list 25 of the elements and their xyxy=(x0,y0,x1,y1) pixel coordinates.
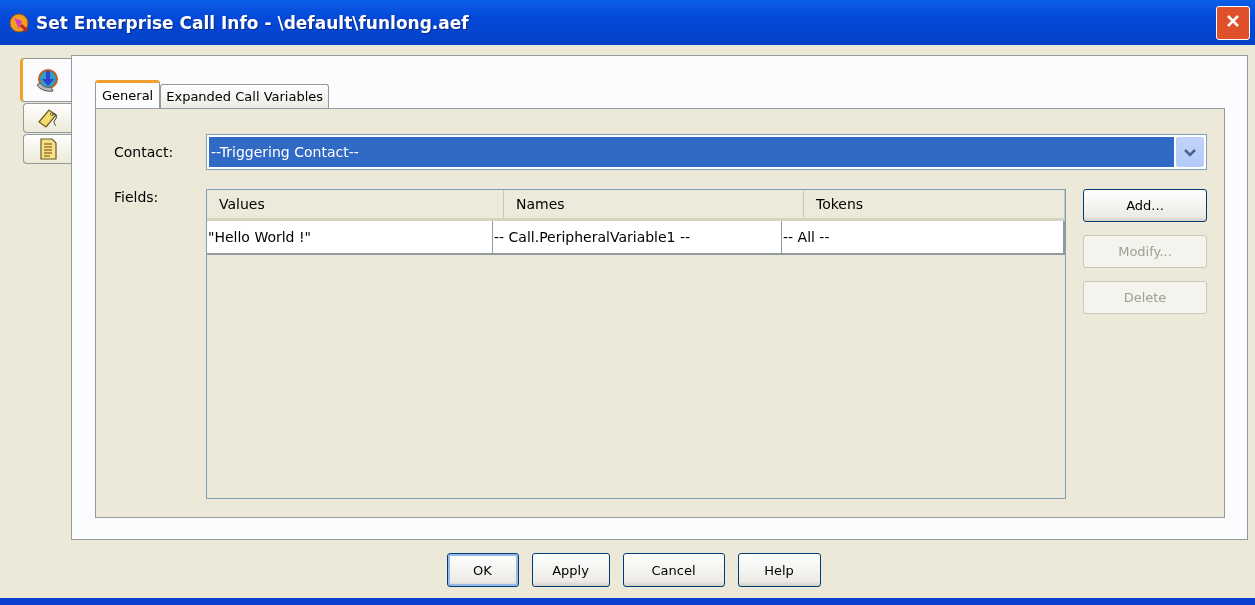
table-cell-text: -- All -- xyxy=(782,228,831,247)
close-button[interactable] xyxy=(1216,5,1250,40)
column-header[interactable]: Tokens xyxy=(804,190,1065,218)
table-cell: "Hello World !" xyxy=(207,221,493,253)
dialog-button[interactable]: Help xyxy=(737,553,821,587)
chevron-down-icon xyxy=(1183,146,1197,158)
side-tab[interactable] xyxy=(20,58,71,102)
dialog-button[interactable]: Apply xyxy=(531,553,610,587)
side-tab[interactable] xyxy=(23,134,71,164)
column-header[interactable]: Names xyxy=(504,190,804,218)
phone-globe-icon xyxy=(35,68,59,92)
column-header[interactable]: Values xyxy=(207,190,504,218)
window-title: Set Enterprise Call Info - \default\funlong.aef xyxy=(36,12,470,33)
side-tab[interactable] xyxy=(23,103,71,133)
dropdown-button[interactable] xyxy=(1176,137,1204,167)
fields-label: Fields: xyxy=(114,189,160,207)
table-cell: -- Call.PeripheralVariable1 -- xyxy=(493,221,782,253)
tab[interactable]: Expanded Call Variables xyxy=(160,84,330,108)
contact-dropdown[interactable]: --Triggering Contact-- xyxy=(206,134,1207,170)
dialog-button[interactable]: OK xyxy=(446,553,519,587)
action-button[interactable]: Add... xyxy=(1083,189,1207,222)
dialog-button[interactable]: Cancel xyxy=(622,553,725,587)
app-icon xyxy=(8,11,30,34)
contact-label: Contact: xyxy=(114,144,175,160)
tab[interactable]: General xyxy=(95,80,161,108)
